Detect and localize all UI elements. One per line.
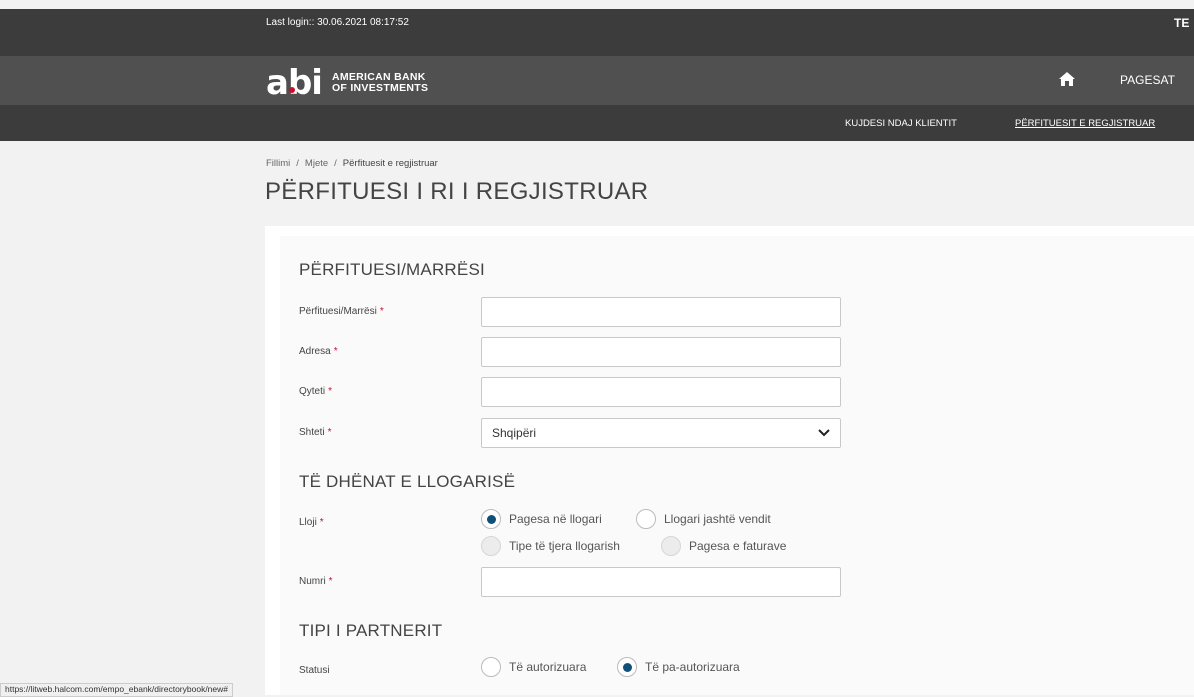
section-title-beneficiary: PËRFITUESI/MARRËSI — [299, 260, 485, 279]
subnav-item-customer-care[interactable]: KUJDESI NDAJ KLIENTIT — [845, 118, 957, 129]
radio-unauthorized[interactable]: Të pa-autorizuara — [617, 656, 740, 678]
radio-foreign-account[interactable]: Llogari jashtë vendit — [636, 508, 771, 530]
country-select[interactable]: Shqipëri — [481, 418, 841, 448]
subnav-item-registered-beneficiaries[interactable]: PËRFITUESIT E REGJISTRUAR — [1015, 118, 1155, 129]
logo-text: AMERICAN BANK OF INVESTMENTS — [331, 71, 429, 94]
bank-logo[interactable]: abi AMERICAN BANK OF INVESTMENTS — [266, 63, 429, 103]
breadcrumb-item-home[interactable]: Fillimi — [266, 158, 290, 169]
radio-circle — [617, 657, 637, 677]
nav-item-pagesat[interactable]: PAGESAT — [1120, 73, 1175, 87]
status-label: Statusi — [299, 665, 330, 676]
account-type-label: Lloji * — [299, 517, 324, 528]
address-input[interactable] — [481, 337, 841, 367]
beneficiary-name-label: Përfituesi/Marrësi * — [299, 306, 384, 317]
country-label: Shteti * — [299, 427, 332, 438]
page-title: PËRFITUESI I RI I REGJISTRUAR — [265, 178, 649, 205]
radio-circle — [636, 509, 656, 529]
radio-payment-to-account[interactable]: Pagesa në llogari — [481, 508, 602, 530]
top-right-text[interactable]: TE — [1174, 16, 1189, 30]
chevron-down-icon — [818, 429, 830, 437]
logo-mark: abi — [266, 63, 323, 103]
breadcrumb-item-tools[interactable]: Mjete — [305, 158, 328, 169]
address-label: Adresa * — [299, 346, 338, 357]
radio-circle — [481, 509, 501, 529]
last-login-text: Last login:: 30.06.2021 08:17:52 — [266, 17, 409, 28]
section-title-account: TË DHËNAT E LLOGARISË — [299, 472, 516, 491]
radio-circle — [481, 657, 501, 677]
breadcrumb: Fillimi / Mjete / Përfituesit e regjistruar — [266, 158, 438, 169]
radio-other-account-types[interactable]: Tipe të tjera llogarish — [481, 535, 620, 557]
radio-authorized[interactable]: Të autorizuara — [481, 656, 586, 678]
city-input[interactable] — [481, 377, 841, 407]
radio-circle — [481, 536, 501, 556]
account-number-label: Numri * — [299, 576, 333, 587]
top-bar — [0, 9, 1194, 56]
section-title-partner: TIPI I PARTNERIT — [299, 621, 443, 640]
country-select-value: Shqipëri — [492, 426, 537, 440]
radio-circle — [661, 536, 681, 556]
beneficiary-name-input[interactable] — [481, 297, 841, 327]
radio-bill-payments[interactable]: Pagesa e faturave — [661, 535, 786, 557]
main-header — [0, 56, 1194, 105]
breadcrumb-item-current: Përfituesit e regjistruar — [342, 158, 438, 169]
home-icon[interactable] — [1058, 71, 1076, 87]
account-number-input[interactable] — [481, 567, 841, 597]
city-label: Qyteti * — [299, 386, 333, 397]
